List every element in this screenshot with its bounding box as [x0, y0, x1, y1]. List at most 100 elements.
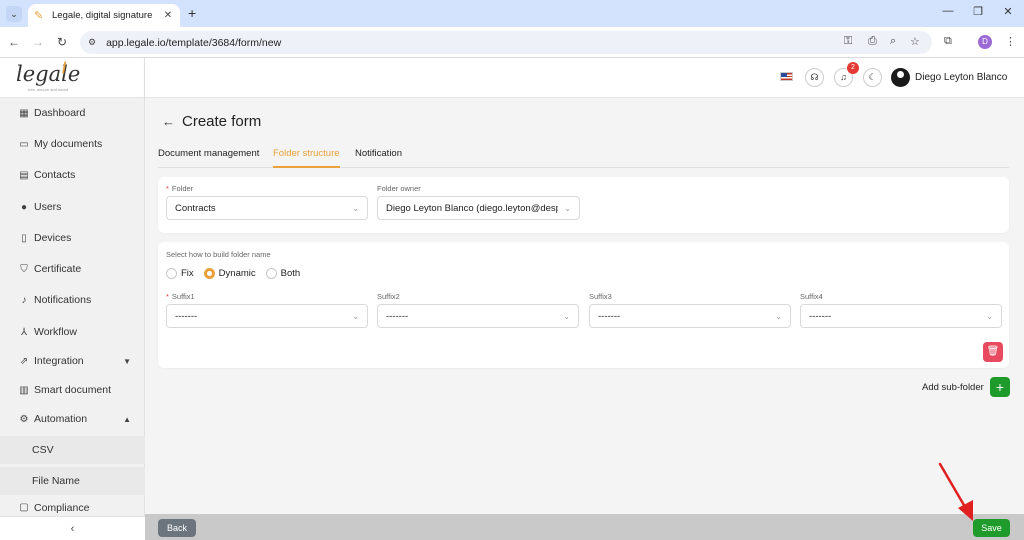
folder-owner-select[interactable]: Diego Leyton Blanco (diego.leyton@despap…	[377, 196, 580, 220]
sidebar-item-label: Integration	[34, 355, 84, 367]
us-flag-icon[interactable]	[780, 72, 793, 81]
sidebar-item-my-documents[interactable]: ▭ My documents	[0, 132, 145, 156]
tab-close-icon[interactable]: ✕	[162, 10, 174, 21]
chevron-down-icon: ▼	[123, 356, 131, 366]
back-button[interactable]: Back	[158, 519, 196, 537]
folder-owner-value: Diego Leyton Blanco (diego.leyton@despap…	[386, 202, 558, 214]
suffix1-select[interactable]: ------- ⌄	[166, 304, 368, 328]
form-footer: Back Save	[145, 514, 1024, 540]
dark-mode-moon-icon[interactable]: ☾	[863, 68, 882, 87]
suffix1-label: * Suffix1	[166, 292, 195, 301]
sidebar-item-users[interactable]: ● Users	[0, 195, 145, 219]
sidebar-item-label: Certificate	[34, 263, 82, 275]
sidebar-collapse-chevron-icon[interactable]: ‹	[0, 516, 145, 540]
support-headset-icon[interactable]: ☊	[805, 68, 824, 87]
radio-dynamic[interactable]: Dynamic	[203, 268, 256, 279]
window-minimize-icon[interactable]: —	[938, 5, 958, 17]
browser-tab-title: Legale, digital signature	[52, 10, 153, 21]
suffix2-select[interactable]: ------- ⌄	[377, 304, 579, 328]
extensions-icon[interactable]: ⧉	[944, 35, 952, 48]
radio-label: Both	[280, 268, 301, 279]
chevron-down-icon: ⌄	[563, 311, 570, 321]
forward-arrow-icon[interactable]: →	[30, 35, 46, 49]
sidebar-item-label: Users	[34, 201, 62, 213]
logo-text: legale	[16, 62, 81, 86]
sidebar-item-label: Devices	[34, 232, 72, 244]
zoom-icon[interactable]: ⌕	[890, 35, 896, 48]
build-mode-radio-group: Fix Dynamic Both	[166, 268, 310, 279]
tab-search-chevron-icon[interactable]: ⌄	[6, 6, 22, 22]
sidebar-subitem-file-name[interactable]: File Name	[0, 467, 145, 495]
device-icon: ▯	[21, 232, 27, 244]
save-button[interactable]: Save	[973, 519, 1010, 537]
suffix4-label: Suffix4	[800, 292, 823, 301]
radio-checked-icon	[203, 268, 215, 279]
sidebar-item-label: Workflow	[34, 326, 77, 338]
sidebar-item-label: My documents	[34, 138, 103, 150]
install-app-icon[interactable]: ⎙	[868, 35, 877, 48]
radio-label: Fix	[181, 268, 194, 279]
sidebar-item-dashboard[interactable]: ▦ Dashboard	[0, 101, 145, 125]
window-close-icon[interactable]: ✕	[998, 5, 1018, 18]
suffix3-value: -------	[598, 310, 621, 322]
form-tabs: Document management Folder structure Not…	[158, 148, 1009, 168]
more-menu-icon[interactable]: ⋮	[1005, 35, 1016, 48]
add-subfolder-button[interactable]: +	[990, 377, 1010, 397]
radio-both[interactable]: Both	[265, 268, 301, 279]
address-bar[interactable]: ⚙ app.legale.io/template/3684/form/new ⚿…	[80, 31, 932, 54]
suffix3-select[interactable]: ------- ⌄	[589, 304, 791, 328]
sidebar-item-automation[interactable]: ⚙ Automation ▲	[0, 407, 145, 431]
sidebar-item-contacts[interactable]: ▤ Contacts	[0, 163, 145, 187]
plus-icon: +	[995, 379, 1005, 395]
chevron-up-icon: ▲	[123, 414, 131, 424]
radio-unchecked-icon	[166, 268, 177, 279]
sidebar-item-label: Smart document	[34, 384, 112, 396]
back-arrow-icon[interactable]: ←	[162, 114, 175, 129]
window-restore-icon[interactable]: ❐	[968, 5, 988, 18]
browser-tab[interactable]: ✎ Legale, digital signature ✕	[28, 4, 180, 27]
folder-owner-label: Folder owner	[377, 184, 421, 193]
folder-card: * Folder Contracts ⌄ Folder owner Diego L…	[158, 177, 1009, 233]
user-name[interactable]: Diego Leyton Blanco	[915, 72, 1007, 83]
bookmark-star-icon[interactable]: ☆	[910, 35, 920, 48]
sidebar-item-smart-document[interactable]: ▥ Smart document	[0, 378, 145, 402]
book-icon: ▢	[19, 502, 29, 513]
sidebar-item-compliance[interactable]: ▢ Compliance	[0, 502, 145, 516]
sidebar-item-certificate[interactable]: ⛉ Certificate	[0, 257, 145, 281]
reload-icon[interactable]: ↻	[54, 35, 70, 49]
page-title: Create form	[182, 113, 262, 130]
chevron-down-icon: ⌄	[352, 311, 359, 321]
build-folder-name-label: Select how to build folder name	[166, 250, 271, 259]
suffix2-label: Suffix2	[377, 292, 400, 301]
sidebar-item-devices[interactable]: ▯ Devices	[0, 226, 145, 250]
url-text: app.legale.io/template/3684/form/new	[106, 36, 282, 49]
notification-count-badge: 2	[847, 62, 859, 74]
back-arrow-icon[interactable]: ←	[6, 35, 22, 49]
sidebar-item-integration[interactable]: ⇗ Integration ▼	[0, 349, 145, 373]
add-subfolder-label: Add sub-folder	[922, 382, 984, 393]
sidebar-subitem-csv[interactable]: CSV	[0, 436, 145, 464]
site-info-icon[interactable]: ⚙	[88, 37, 96, 48]
new-tab-icon[interactable]: +	[188, 5, 196, 21]
folder-select[interactable]: Contracts ⌄	[166, 196, 368, 220]
sidebar-item-label: Compliance	[34, 502, 90, 514]
sidebar: legale / free, secure and smart ▦ Dashbo…	[0, 58, 145, 540]
workflow-icon: ⅄	[20, 326, 28, 338]
delete-subfolder-button[interactable]: 🗑	[983, 342, 1003, 362]
tab-notification[interactable]: Notification	[355, 148, 402, 168]
tab-folder-structure[interactable]: Folder structure	[273, 148, 340, 168]
suffix4-select[interactable]: ------- ⌄	[800, 304, 1002, 328]
profile-avatar[interactable]: D	[978, 35, 992, 49]
chevron-down-icon: ⌄	[564, 203, 571, 213]
suffix1-value: -------	[175, 310, 198, 322]
tab-document-management[interactable]: Document management	[158, 148, 259, 168]
sidebar-item-notifications[interactable]: ♪ Notifications	[0, 288, 145, 312]
sidebar-item-workflow[interactable]: ⅄ Workflow	[0, 320, 145, 344]
sidebar-subitem-label: CSV	[32, 444, 54, 456]
logo[interactable]: legale / free, secure and smart	[0, 58, 144, 98]
radio-fix[interactable]: Fix	[166, 268, 194, 279]
chevron-down-icon: ⌄	[775, 311, 782, 321]
key-icon[interactable]: ⚿	[844, 35, 852, 48]
user-avatar[interactable]	[891, 68, 910, 87]
suffix3-label: Suffix3	[589, 292, 612, 301]
